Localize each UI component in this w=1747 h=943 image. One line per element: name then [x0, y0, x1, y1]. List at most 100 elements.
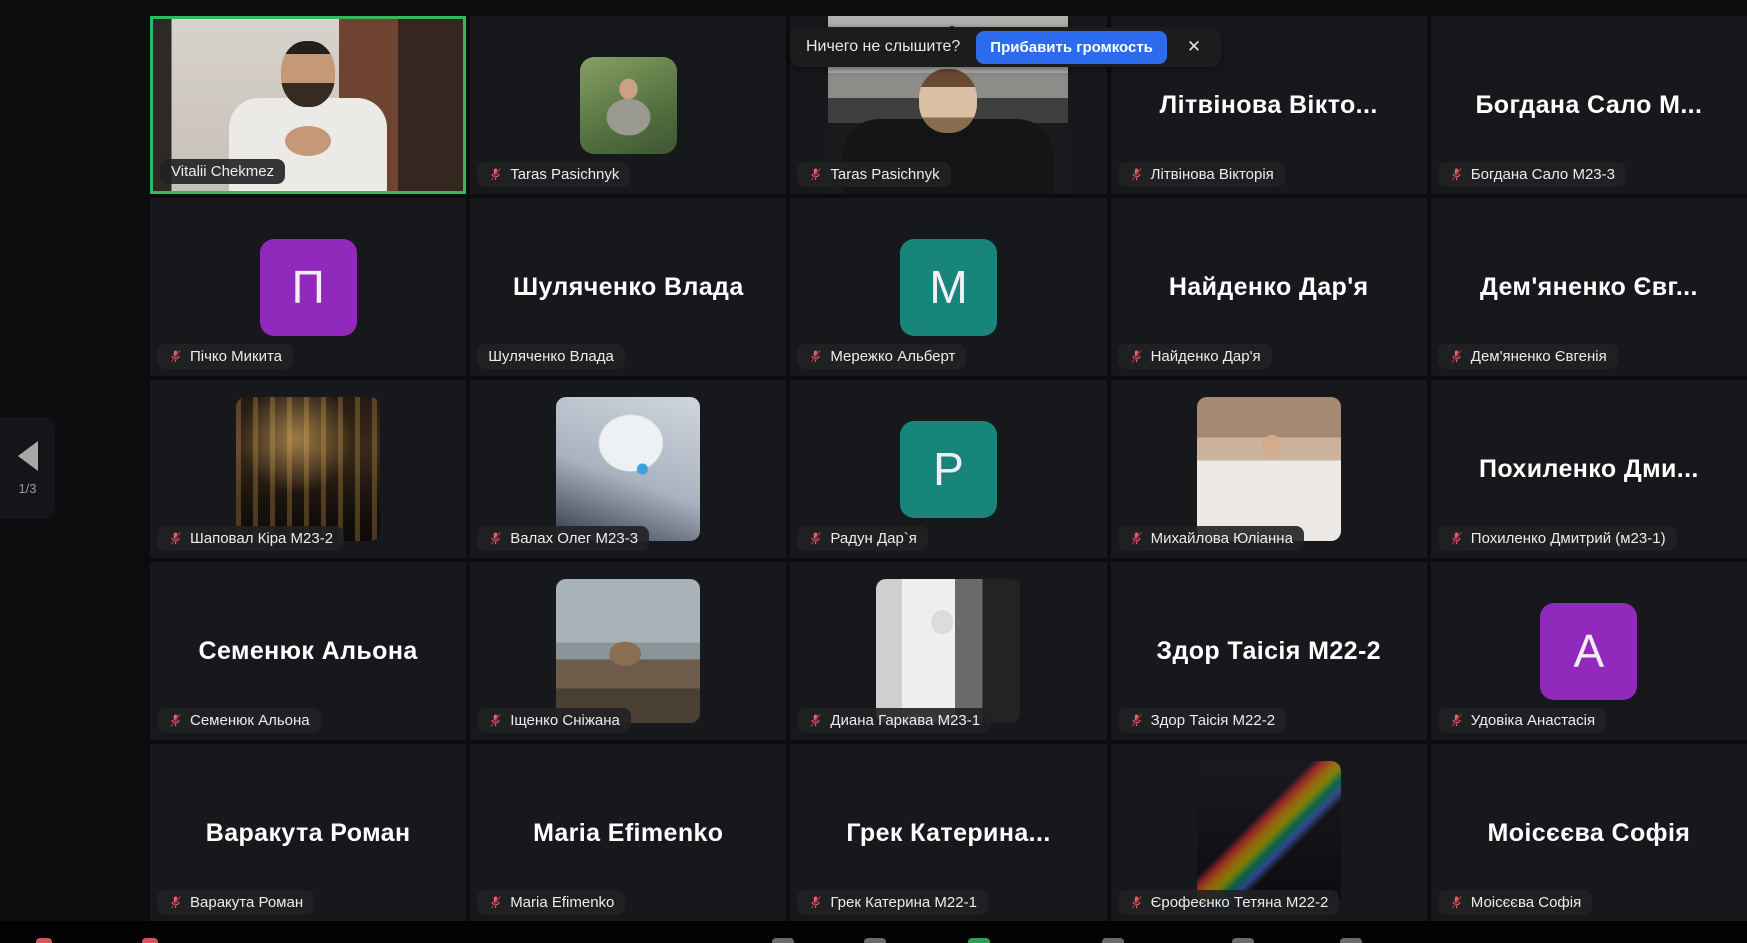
participant-tile[interactable]: Богдана Сало М... Богдана Сало М23-3: [1431, 16, 1747, 194]
participant-name-label: Похиленко Дмитрий (м23-1): [1438, 526, 1677, 551]
participant-name: Vitalii Chekmez: [171, 163, 274, 180]
muted-mic-icon: [168, 713, 183, 728]
participant-tile[interactable]: Грек Катерина... Грек Катерина М22-1: [790, 744, 1106, 922]
chevron-left-icon: [18, 441, 38, 471]
participant-tile[interactable]: Taras Pasichnyk: [470, 16, 786, 194]
participant-name: Єрофеєнко Тетяна М22-2: [1151, 894, 1329, 911]
participant-tile[interactable]: Михайлова Юліанна: [1111, 380, 1427, 558]
participant-name-label: Шаповал Кіра М23-2: [157, 526, 344, 551]
participant-name-label: Taras Pasichnyk: [797, 162, 950, 187]
camera-off-icon[interactable]: [142, 938, 158, 943]
participant-tile[interactable]: Здор Таісія М22-2 Здор Таісія М22-2: [1111, 562, 1427, 740]
muted-mic-icon: [1449, 167, 1464, 182]
participant-name-label: Maria Efimenko: [477, 890, 625, 915]
participant-name: Богдана Сало М23-3: [1471, 166, 1615, 183]
participant-name: Пічко Микита: [190, 348, 282, 365]
participant-tile[interactable]: Найденко Дар'я Найденко Дар'я: [1111, 198, 1427, 376]
participant-name: Шуляченко Влада: [488, 348, 614, 365]
participant-name-label: Моісєєва Софія: [1438, 890, 1592, 915]
close-icon[interactable]: ✕: [1183, 35, 1205, 59]
muted-mic-icon: [488, 167, 503, 182]
participants-grid: Vitalii Chekmez Taras Pasichnyk Taras Pa…: [150, 16, 1747, 922]
participant-tile[interactable]: Р Радун Дар`я: [790, 380, 1106, 558]
muted-mic-icon: [488, 895, 503, 910]
participant-tile[interactable]: М Мережко Альберт: [790, 198, 1106, 376]
muted-mic-icon: [1129, 895, 1144, 910]
participant-tile[interactable]: Шаповал Кіра М23-2: [150, 380, 466, 558]
participants-icon[interactable]: [864, 938, 886, 943]
participant-tile[interactable]: Похиленко Дми... Похиленко Дмитрий (м23-…: [1431, 380, 1747, 558]
muted-mic-icon: [808, 895, 823, 910]
share-screen-icon[interactable]: [968, 938, 990, 943]
photo-avatar: [556, 397, 700, 541]
photo-avatar: [580, 57, 677, 154]
photo-avatar: [1197, 397, 1341, 541]
letter-avatar: Р: [900, 421, 997, 518]
more-icon[interactable]: [1340, 938, 1362, 943]
letter-avatar: М: [900, 239, 997, 336]
participant-name-label: Шуляченко Влада: [477, 344, 625, 369]
participant-tile[interactable]: Семенюк Альона Семенюк Альона: [150, 562, 466, 740]
increase-volume-button[interactable]: Прибавить громкость: [976, 31, 1167, 64]
participant-tile[interactable]: А Удовіка Анастасія: [1431, 562, 1747, 740]
muted-mic-icon: [1129, 713, 1144, 728]
participant-name-label: Удовіка Анастасія: [1438, 708, 1606, 733]
participant-tile[interactable]: Maria Efimenko Maria Efimenko: [470, 744, 786, 922]
prev-page-button[interactable]: 1/3: [0, 417, 55, 519]
participant-name: Варакута Роман: [190, 894, 303, 911]
muted-mic-icon: [808, 167, 823, 182]
participant-name: Радун Дар`я: [830, 530, 917, 547]
letter-avatar: П: [260, 239, 357, 336]
participant-name-label: Дем'яненко Євгенія: [1438, 344, 1618, 369]
participant-name-label: Диана Гаркава М23-1: [797, 708, 991, 733]
participant-name-label: Літвінова Вікторія: [1118, 162, 1285, 187]
participant-name-label: Пічко Микита: [157, 344, 293, 369]
participant-name: Валах Олег М23-3: [510, 530, 638, 547]
participant-name: Михайлова Юліанна: [1151, 530, 1293, 547]
participant-tile[interactable]: Валах Олег М23-3: [470, 380, 786, 558]
participant-tile[interactable]: Варакута Роман Варакута Роман: [150, 744, 466, 922]
muted-mic-icon: [1449, 895, 1464, 910]
participant-tile[interactable]: Дем'яненко Євг... Дем'яненко Євгенія: [1431, 198, 1747, 376]
letter-avatar: А: [1540, 603, 1637, 700]
muted-mic-icon: [1129, 349, 1144, 364]
participant-name-label: Богдана Сало М23-3: [1438, 162, 1626, 187]
audio-notification-toast: Ничего не слышите? Прибавить громкость ✕: [790, 27, 1221, 67]
muted-mic-icon: [488, 713, 503, 728]
participant-name-label: Найденко Дар'я: [1118, 344, 1272, 369]
photo-avatar: [876, 579, 1020, 723]
participant-tile[interactable]: Іщенко Сніжана: [470, 562, 786, 740]
muted-mic-icon: [1129, 167, 1144, 182]
photo-avatar: [556, 579, 700, 723]
participant-name: Літвінова Вікторія: [1151, 166, 1274, 183]
participant-tile[interactable]: П Пічко Микита: [150, 198, 466, 376]
participant-name-label: Валах Олег М23-3: [477, 526, 649, 551]
participant-name-label: Taras Pasichnyk: [477, 162, 630, 187]
participant-tile[interactable]: Шуляченко Влада Шуляченко Влада: [470, 198, 786, 376]
participant-name-label: Іщенко Сніжана: [477, 708, 631, 733]
record-icon[interactable]: [1102, 938, 1124, 943]
participant-tile[interactable]: Моісєєва Софія Моісєєва Софія: [1431, 744, 1747, 922]
bottom-toolbar: [0, 921, 1747, 943]
microphone-muted-icon[interactable]: [36, 938, 52, 943]
muted-mic-icon: [808, 713, 823, 728]
participant-name: Найденко Дар'я: [1151, 348, 1261, 365]
participant-name: Шаповал Кіра М23-2: [190, 530, 333, 547]
participant-name: Похиленко Дмитрий (м23-1): [1471, 530, 1666, 547]
participant-name-label: Єрофеєнко Тетяна М22-2: [1118, 890, 1340, 915]
muted-mic-icon: [1449, 531, 1464, 546]
participant-tile[interactable]: Єрофеєнко Тетяна М22-2: [1111, 744, 1427, 922]
toast-message: Ничего не слышите?: [806, 38, 960, 56]
participant-name: Грек Катерина М22-1: [830, 894, 977, 911]
muted-mic-icon: [808, 531, 823, 546]
participant-tile[interactable]: Диана Гаркава М23-1: [790, 562, 1106, 740]
security-icon[interactable]: [772, 938, 794, 943]
participant-name: Іщенко Сніжана: [510, 712, 620, 729]
muted-mic-icon: [808, 349, 823, 364]
muted-mic-icon: [1129, 531, 1144, 546]
participant-tile[interactable]: Vitalii Chekmez: [150, 16, 466, 194]
participant-name: Здор Таісія М22-2: [1151, 712, 1275, 729]
reactions-icon[interactable]: [1232, 938, 1254, 943]
page-indicator: 1/3: [18, 481, 36, 496]
participant-name-label: Радун Дар`я: [797, 526, 928, 551]
